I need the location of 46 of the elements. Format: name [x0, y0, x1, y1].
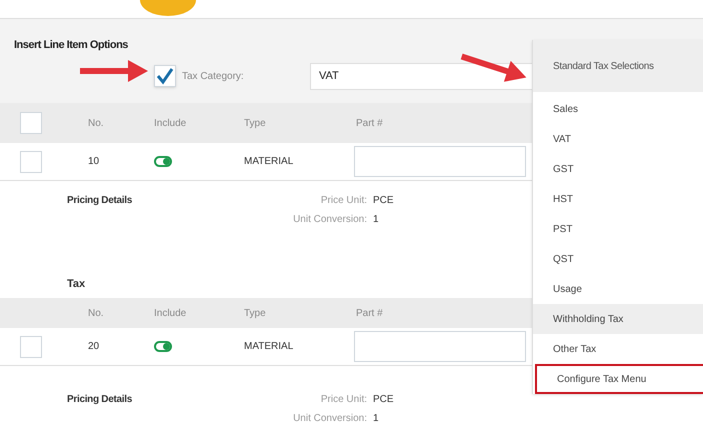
unit-conversion-label: Unit Conversion:: [292, 412, 367, 426]
line-number: 20: [88, 340, 100, 354]
part-number-field[interactable]: [354, 331, 526, 362]
type-cell-text: MATERIAL: [244, 155, 294, 169]
pricing-details-title: Pricing Details: [67, 194, 133, 208]
line-number: 10: [88, 155, 100, 169]
checkbox[interactable]: [20, 112, 42, 134]
unit-conversion-value: 1: [373, 412, 379, 426]
checkbox[interactable]: [20, 336, 42, 358]
menu-item[interactable]: Other Tax: [533, 334, 703, 364]
column-header: No.: [88, 116, 105, 130]
type-cell-text: MATERIAL: [244, 340, 294, 354]
unit-conversion-value: 1: [373, 213, 379, 227]
column-header: Part #: [356, 116, 383, 130]
price-unit-value: PCE: [373, 393, 394, 407]
column-header: No.: [88, 306, 105, 320]
column-header: Part #: [356, 306, 383, 320]
section-heading: Tax: [67, 276, 86, 292]
menu-item[interactable]: Configure Tax Menu: [535, 364, 703, 394]
part-number-field[interactable]: [354, 146, 526, 177]
checkbox[interactable]: [154, 65, 176, 87]
unit-conversion-label: Unit Conversion:: [292, 213, 367, 227]
arrow-icon: [78, 58, 150, 84]
column-header: Include: [154, 116, 188, 130]
menu-item[interactable]: GST: [533, 154, 703, 184]
menu-item[interactable]: Withholding Tax: [533, 304, 703, 334]
checkmark-icon: [156, 67, 174, 85]
price-unit-label: Price Unit:: [320, 393, 367, 407]
menu-item[interactable]: HST: [533, 184, 703, 214]
include-toggle[interactable]: [154, 341, 172, 352]
section-title: Insert Line Item Options: [14, 38, 129, 53]
column-header: Type: [244, 306, 267, 320]
price-unit-value: PCE: [373, 194, 394, 208]
menu-item[interactable]: QST: [533, 244, 703, 274]
menu-item[interactable]: VAT: [533, 124, 703, 154]
tax-category-label: Tax Category:: [182, 70, 245, 84]
menu-title: Standard Tax Selections: [533, 40, 703, 92]
include-toggle[interactable]: [154, 156, 172, 167]
menu-item[interactable]: Usage: [533, 274, 703, 304]
column-header: Type: [244, 116, 267, 130]
pricing-details-title: Pricing Details: [67, 393, 133, 407]
column-header: Include: [154, 306, 188, 320]
checkbox[interactable]: [20, 150, 42, 172]
price-unit-label: Price Unit:: [320, 194, 367, 208]
menu-item[interactable]: PST: [533, 214, 703, 244]
menu-item[interactable]: Sales: [533, 94, 703, 124]
